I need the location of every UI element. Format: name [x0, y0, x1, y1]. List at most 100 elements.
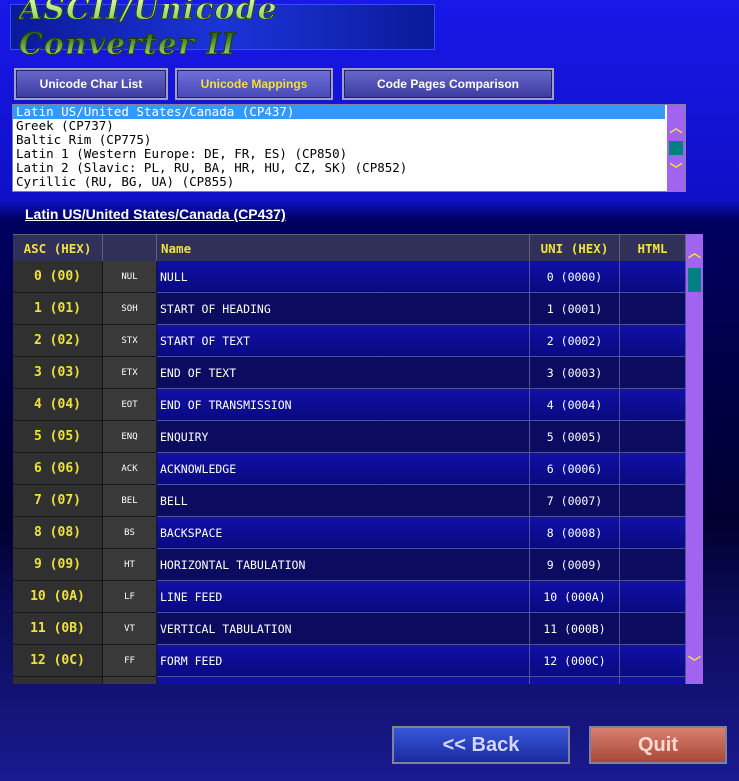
name-cell: HORIZONTAL TABULATION: [157, 549, 530, 581]
table-row[interactable]: 7 (07) BEL BELL 7 (0007): [13, 485, 686, 517]
uni-cell: 0 (0000): [530, 261, 620, 293]
name-cell: LINE FEED: [157, 581, 530, 613]
asc-cell: 2 (02): [13, 325, 103, 357]
code-page-item[interactable]: Cyrillic (RU, BG, UA) (CP855): [13, 175, 685, 189]
glyph-cell: ENQ: [103, 421, 157, 453]
table-row[interactable]: 4 (04) EOT END OF TRANSMISSION 4 (0004): [13, 389, 686, 421]
header-uni[interactable]: UNI (HEX): [530, 234, 620, 261]
uni-cell: 7 (0007): [530, 485, 620, 517]
glyph-cell: VT: [103, 613, 157, 645]
name-cell: VERTICAL TABULATION: [157, 613, 530, 645]
html-cell: [620, 325, 686, 357]
app-logo: ASCII/Unicode Converter II: [10, 0, 435, 63]
table-row[interactable]: 9 (09) HT HORIZONTAL TABULATION 9 (0009): [13, 549, 686, 581]
asc-cell: 12 (0C): [13, 645, 103, 677]
header-name[interactable]: Name: [157, 234, 530, 261]
glyph-cell: ETX: [103, 357, 157, 389]
scroll-down-icon[interactable]: ﹀: [686, 654, 703, 672]
asc-cell: 8 (08): [13, 517, 103, 549]
table-row[interactable]: 6 (06) ACK ACKNOWLEDGE 6 (0006): [13, 453, 686, 485]
table-row[interactable]: 11 (0B) VT VERTICAL TABULATION 11 (000B): [13, 613, 686, 645]
uni-cell: 9 (0009): [530, 549, 620, 581]
scroll-up-icon[interactable]: ︿: [667, 121, 685, 137]
uni-cell: 10 (000A): [530, 581, 620, 613]
table-row[interactable]: 3 (03) ETX END OF TEXT 3 (0003): [13, 357, 686, 389]
table-row[interactable]: 10 (0A) LF LINE FEED 10 (000A): [13, 581, 686, 613]
empty-cell: [13, 677, 103, 684]
tab-unicode-mappings[interactable]: Unicode Mappings: [175, 68, 333, 100]
html-cell: [620, 421, 686, 453]
html-cell: [620, 517, 686, 549]
header-glyph[interactable]: [103, 234, 157, 261]
glyph-cell: NUL: [103, 261, 157, 293]
table-row[interactable]: 2 (02) STX START OF TEXT 2 (0002): [13, 325, 686, 357]
uni-cell: 8 (0008): [530, 517, 620, 549]
html-cell: [620, 613, 686, 645]
code-page-item[interactable]: Latin US/United States/Canada (CP437): [13, 105, 665, 119]
asc-cell: 11 (0B): [13, 613, 103, 645]
asc-cell: 4 (04): [13, 389, 103, 421]
uni-cell: 12 (000C): [530, 645, 620, 677]
name-cell: END OF TEXT: [157, 357, 530, 389]
scroll-up-icon[interactable]: ︿: [686, 244, 703, 262]
mapping-table: ASC (HEX) Name UNI (HEX) HTML 0 (00) NUL N…: [13, 234, 686, 684]
table-row[interactable]: 5 (05) ENQ ENQUIRY 5 (0005): [13, 421, 686, 453]
quit-button[interactable]: Quit: [589, 726, 727, 764]
html-cell: [620, 357, 686, 389]
uni-cell: 6 (0006): [530, 453, 620, 485]
scroll-thumb[interactable]: [688, 268, 701, 292]
header-html[interactable]: HTML: [620, 234, 686, 261]
logo-text: ASCII/Unicode Converter II: [19, 0, 434, 63]
html-cell: [620, 261, 686, 293]
glyph-cell: EOT: [103, 389, 157, 421]
scroll-down-icon[interactable]: ﹀: [667, 163, 685, 179]
asc-cell: 3 (03): [13, 357, 103, 389]
asc-cell: 10 (0A): [13, 581, 103, 613]
table-body: 0 (00) NUL NULL 0 (0000) 1 (01) SOH START OF H…: [13, 261, 686, 684]
glyph-cell: SOH: [103, 293, 157, 325]
back-button[interactable]: << Back: [392, 726, 570, 764]
uni-cell: 4 (0004): [530, 389, 620, 421]
uni-cell: 11 (000B): [530, 613, 620, 645]
scroll-thumb[interactable]: [669, 141, 683, 155]
html-cell: [620, 581, 686, 613]
table-row[interactable]: 12 (0C) FF FORM FEED 12 (000C): [13, 645, 686, 677]
name-cell: BELL: [157, 485, 530, 517]
table-row[interactable]: 1 (01) SOH START OF HEADING 1 (0001): [13, 293, 686, 325]
asc-cell: 5 (05): [13, 421, 103, 453]
code-page-item[interactable]: Baltic Rim (CP775): [13, 133, 685, 147]
code-page-list[interactable]: Latin US/United States/Canada (CP437) Gr…: [12, 104, 686, 192]
empty-cell: [530, 677, 620, 684]
table-row[interactable]: 8 (08) BS BACKSPACE 8 (0008): [13, 517, 686, 549]
selected-code-page-title: Latin US/United States/Canada (CP437): [25, 206, 286, 222]
glyph-cell: BS: [103, 517, 157, 549]
glyph-cell: FF: [103, 645, 157, 677]
asc-cell: 1 (01): [13, 293, 103, 325]
name-cell: ACKNOWLEDGE: [157, 453, 530, 485]
glyph-cell: ACK: [103, 453, 157, 485]
uni-cell: 3 (0003): [530, 357, 620, 389]
table-row[interactable]: 0 (00) NUL NULL 0 (0000): [13, 261, 686, 293]
code-page-item[interactable]: Greek (CP737): [13, 119, 685, 133]
glyph-cell: HT: [103, 549, 157, 581]
html-cell: [620, 549, 686, 581]
tab-unicode-char-list[interactable]: Unicode Char List: [14, 68, 168, 100]
code-page-scrollbar[interactable]: ︿ ﹀: [667, 105, 685, 191]
glyph-cell: BEL: [103, 485, 157, 517]
name-cell: BACKSPACE: [157, 517, 530, 549]
header-asc[interactable]: ASC (HEX): [13, 234, 103, 261]
empty-cell: [620, 677, 686, 684]
html-cell: [620, 485, 686, 517]
html-cell: [620, 389, 686, 421]
table-header: ASC (HEX) Name UNI (HEX) HTML: [13, 234, 686, 261]
name-cell: NULL: [157, 261, 530, 293]
table-row: [13, 677, 686, 684]
asc-cell: 7 (07): [13, 485, 103, 517]
name-cell: START OF HEADING: [157, 293, 530, 325]
code-page-item[interactable]: Latin 1 (Western Europe: DE, FR, ES) (CP…: [13, 147, 685, 161]
tab-code-pages-comparison[interactable]: Code Pages Comparison: [342, 68, 554, 100]
name-cell: FORM FEED: [157, 645, 530, 677]
table-scrollbar[interactable]: ︿ ﹀: [686, 234, 703, 684]
code-page-item[interactable]: Latin 2 (Slavic: PL, RU, BA, HR, HU, CZ,…: [13, 161, 685, 175]
html-cell: [620, 293, 686, 325]
